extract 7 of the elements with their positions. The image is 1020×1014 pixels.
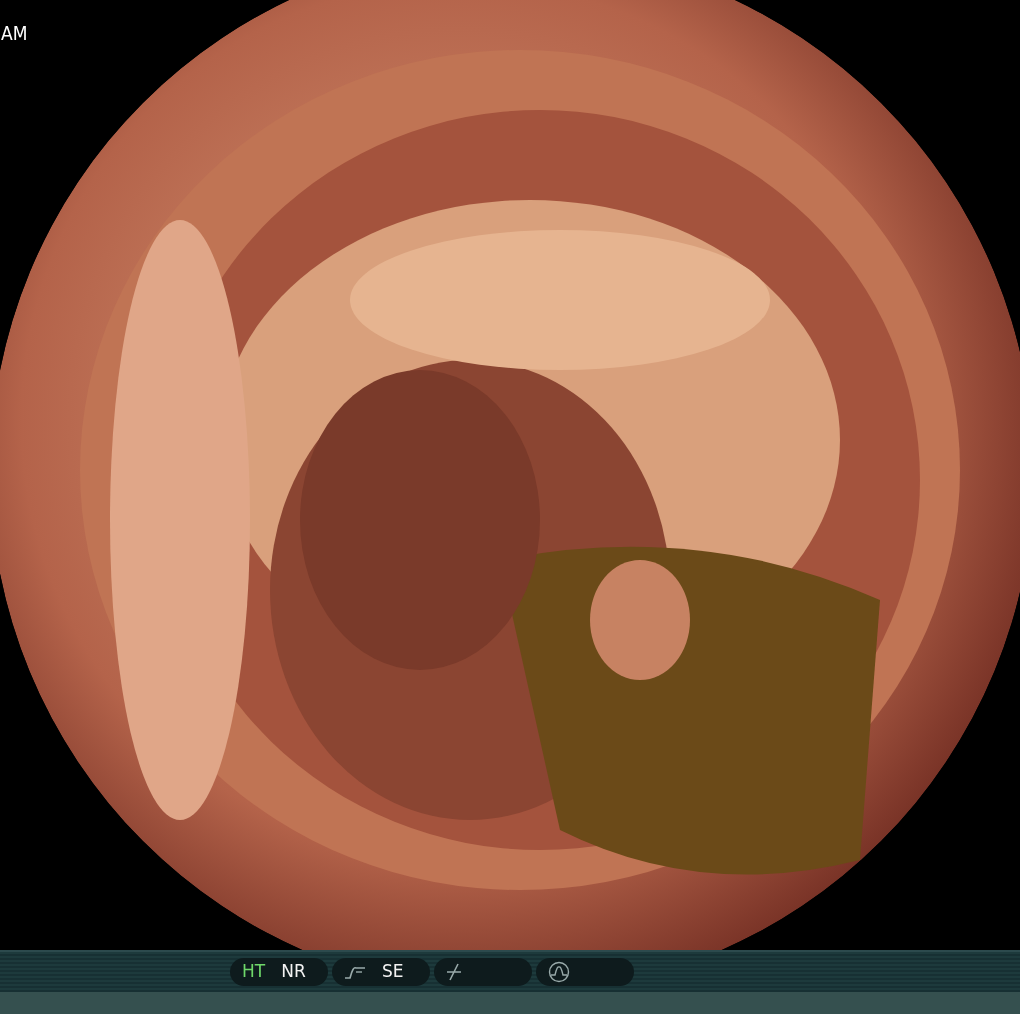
mode-label: SE [382,960,404,984]
wave-icon [548,961,570,983]
slash-icon [446,963,462,981]
time-text: AM [1,24,28,43]
mode-label: NR [281,960,306,984]
curve-icon [344,964,366,980]
mode-label: HT [242,960,266,984]
